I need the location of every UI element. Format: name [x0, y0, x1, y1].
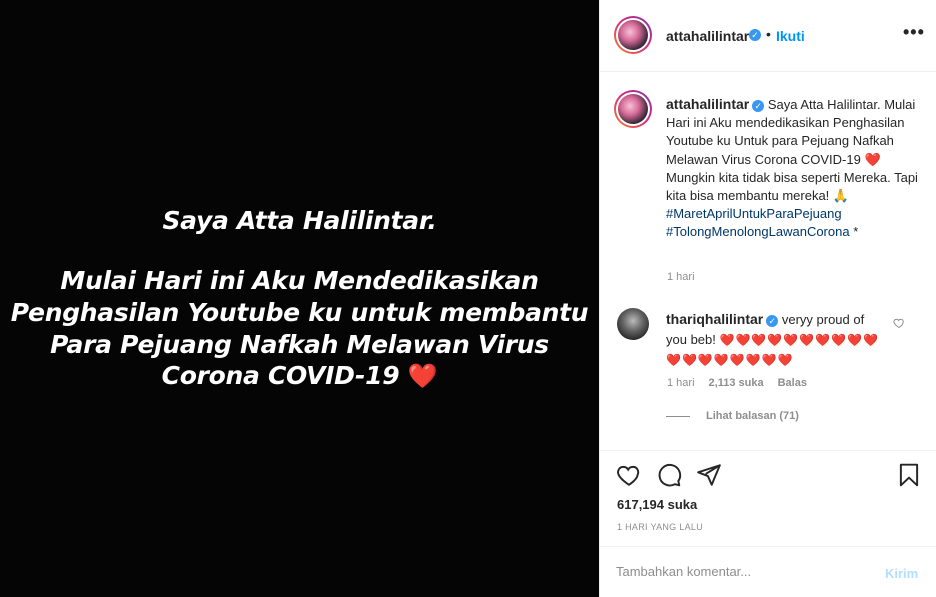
comment-text: thariqhalilintar ✓ veryy proud of you beb…	[666, 309, 881, 370]
comment-like-icon[interactable]	[893, 317, 905, 329]
commenter-avatar[interactable]	[617, 308, 655, 346]
comment-icon[interactable]	[656, 462, 682, 488]
comment-likes[interactable]: 2,113 suka	[709, 377, 764, 389]
view-replies-button[interactable]: Lihat balasan (71)	[666, 410, 799, 422]
reply-button[interactable]: Balas	[778, 377, 807, 389]
commenter-username[interactable]: thariqhalilintar	[666, 311, 763, 327]
image-text: Saya Atta Halilintar. Mulai Hari ini Aku…	[0, 0, 599, 597]
heart-emoji: ❤️	[864, 151, 881, 167]
image-line-2: Mulai Hari ini Aku Mendedikasikan	[60, 266, 539, 295]
add-comment-bar: Kirim	[600, 546, 936, 597]
pray-emoji: 🙏	[832, 188, 850, 204]
post-header: attahalilintar ✓ • Ikuti •••	[600, 0, 936, 72]
likes-count[interactable]: 617,194 suka	[617, 497, 697, 512]
caption-body-b: Mungkin kita tidak bisa seperti Mereka. …	[666, 169, 918, 204]
author-avatar[interactable]	[614, 16, 652, 54]
image-line-5-text: Corona COVID-19	[161, 361, 400, 390]
image-line-1: Saya Atta Halilintar.	[162, 206, 437, 235]
image-line-4: Para Pejuang Nafkah Melawan Virus	[50, 330, 549, 359]
hashtag-link-2[interactable]: #TolongMenolongLawanCorona	[666, 224, 850, 239]
caption-avatar[interactable]	[614, 90, 652, 128]
separator-dot: •	[766, 26, 771, 42]
post-image[interactable]: Saya Atta Halilintar. Mulai Hari ini Aku…	[0, 0, 599, 597]
caption-time[interactable]: 1 hari	[667, 271, 695, 283]
verified-badge-icon: ✓	[752, 99, 765, 112]
like-heart-icon[interactable]	[616, 462, 642, 488]
author-username[interactable]: attahalilintar	[666, 28, 749, 44]
post-side-panel: attahalilintar ✓ • Ikuti ••• attahalilin…	[599, 0, 936, 597]
comment-time[interactable]: 1 hari	[667, 377, 695, 389]
post-timestamp[interactable]: 1 HARI YANG LALU	[617, 522, 703, 532]
post-comment-button[interactable]: Kirim	[885, 566, 918, 581]
caption-text: attahalilintar ✓ Saya Atta Halilintar. Mu…	[666, 95, 926, 242]
verified-badge-icon: ✓	[766, 314, 779, 327]
follow-button[interactable]: Ikuti	[776, 28, 805, 44]
replies-line	[666, 415, 690, 417]
image-line-5: Corona COVID-19 ❤️	[0, 361, 599, 390]
post-actions: 617,194 suka 1 HARI YANG LALU	[600, 450, 936, 546]
share-icon[interactable]	[696, 462, 722, 488]
heart-icon: ❤️	[407, 362, 438, 390]
comment-input[interactable]	[616, 564, 866, 579]
comment-meta: 1 hari 2,113 suka Balas	[667, 377, 821, 389]
view-replies-label: Lihat balasan (71)	[706, 410, 799, 422]
bookmark-icon[interactable]	[896, 462, 922, 488]
image-line-3: Penghasilan Youtube ku untuk membantu	[10, 298, 589, 327]
caption-tail: *	[849, 224, 859, 240]
more-options-icon[interactable]: •••	[903, 22, 925, 43]
verified-badge-icon: ✓	[749, 29, 761, 41]
hashtag-link-1[interactable]: #MaretAprilUntukParaPejuang	[666, 206, 842, 221]
caption-username[interactable]: attahalilintar	[666, 96, 749, 112]
